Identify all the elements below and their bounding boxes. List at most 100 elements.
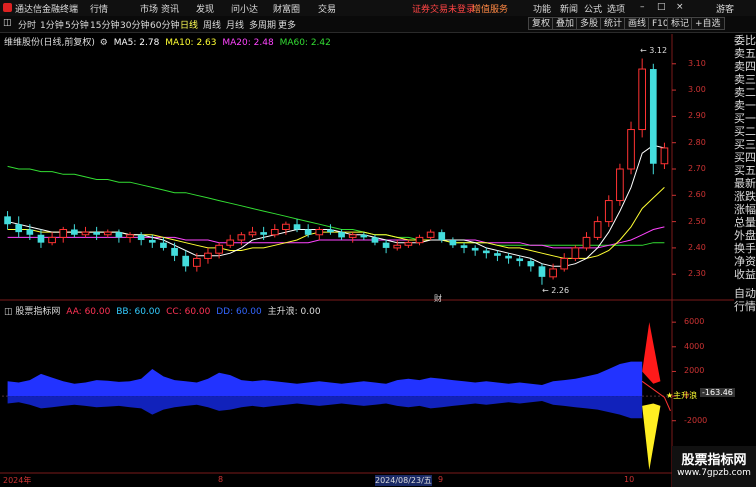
candle-body xyxy=(137,234,145,241)
candle-body xyxy=(638,68,647,131)
kline-chart[interactable] xyxy=(0,0,734,487)
price-tick: 2.50 xyxy=(688,216,706,226)
candle-body xyxy=(293,224,301,230)
candle-body xyxy=(348,234,357,238)
panel-item-change[interactable]: 涨跌 xyxy=(734,190,756,203)
indicator-lower-area xyxy=(7,396,643,419)
low-price-label: ← 2.26 xyxy=(542,286,570,295)
candle-body xyxy=(315,229,324,236)
panel-item-buy5[interactable]: 买五 xyxy=(734,164,756,177)
panel-item-quote[interactable]: 行情 xyxy=(734,300,756,313)
candle-body xyxy=(327,229,334,233)
candle-body xyxy=(4,216,11,225)
panel-item-buy2[interactable]: 买二 xyxy=(734,125,756,138)
candle-body xyxy=(204,252,212,259)
candle-body xyxy=(182,255,190,267)
panel-item-sell1[interactable]: 卖一 xyxy=(734,99,756,112)
watermark: 股票指标网 www.7gpzb.com xyxy=(672,446,756,487)
indicator-tick: 6000 xyxy=(684,317,705,327)
candle-body xyxy=(160,242,167,248)
candle-body xyxy=(549,268,557,278)
price-tick: 2.80 xyxy=(688,137,706,147)
panel-item-buy4[interactable]: 买四 xyxy=(734,151,756,164)
panel-item-latest[interactable]: 最新 xyxy=(734,177,756,190)
candle-body xyxy=(560,257,569,270)
price-tick: 2.70 xyxy=(688,164,706,173)
price-tick: 2.40 xyxy=(688,242,706,252)
candle-body xyxy=(593,221,602,238)
candle-body xyxy=(649,69,657,164)
candle-body xyxy=(582,236,591,249)
candle-body xyxy=(371,237,379,243)
candle-body xyxy=(482,250,490,254)
candle-body xyxy=(26,229,34,235)
candle-body xyxy=(393,244,402,249)
candle-body xyxy=(71,229,78,235)
panel-item-outer[interactable]: 外盘 xyxy=(734,229,756,242)
candle-body xyxy=(248,231,257,236)
candle-body xyxy=(527,261,535,267)
yellow-spike xyxy=(642,403,661,470)
candle-body xyxy=(494,253,501,256)
panel-item-volume[interactable]: 总量 xyxy=(734,216,756,229)
candle-body xyxy=(505,255,512,259)
price-tick: 3.00 xyxy=(688,85,706,95)
panel-item-buy1[interactable]: 买一 xyxy=(734,112,756,125)
candle-body xyxy=(304,229,312,235)
panel-item-netasset[interactable]: 净资 xyxy=(734,255,756,268)
candle-body xyxy=(415,236,424,244)
panel-item-sell3[interactable]: 卖三 xyxy=(734,73,756,86)
indicator-upper-area xyxy=(7,361,643,397)
panel-item-sell2[interactable]: 卖二 xyxy=(734,86,756,99)
xaxis-label-sep: 9 xyxy=(438,475,444,484)
candle-body xyxy=(260,232,267,235)
panel-item-eps[interactable]: 收益 xyxy=(734,268,756,281)
candle-body xyxy=(360,234,368,238)
indicator-tick: 4000 xyxy=(684,341,705,351)
indicator-value-box: -163.46 xyxy=(700,388,735,397)
candle-body xyxy=(616,168,624,202)
panel-item-auto[interactable]: 自动 xyxy=(734,287,756,300)
candle-body xyxy=(192,257,201,267)
xaxis-cursor-date: 2024/08/23/五 xyxy=(375,475,432,486)
candle-body xyxy=(449,240,457,246)
finance-marker[interactable]: 财 xyxy=(434,293,442,304)
xaxis-label-aug: 8 xyxy=(218,475,224,484)
candle-body xyxy=(148,240,156,243)
xaxis-label-2024: 2024年 xyxy=(3,476,32,485)
price-tick: 2.60 xyxy=(688,190,706,200)
watermark-title: 股票指标网 xyxy=(681,453,747,468)
candle-body xyxy=(15,224,23,233)
candle-body xyxy=(404,242,413,246)
panel-item-turnover[interactable]: 换手 xyxy=(734,242,756,255)
red-spike xyxy=(642,322,661,384)
candle-body xyxy=(171,247,178,256)
candle-body xyxy=(103,231,112,236)
candle-body xyxy=(37,234,45,243)
panel-item-buy3[interactable]: 买三 xyxy=(734,138,756,151)
candle-body xyxy=(438,232,446,241)
panel-item-pct[interactable]: 涨幅 xyxy=(734,203,756,216)
candle-body xyxy=(215,244,223,254)
candle-body xyxy=(270,229,279,236)
panel-item-sell5[interactable]: 卖五 xyxy=(734,47,756,60)
candle-body xyxy=(660,147,669,165)
candle-body xyxy=(48,236,56,244)
candle-body xyxy=(226,239,235,246)
candle-body xyxy=(538,266,546,277)
candle-body xyxy=(59,229,68,238)
candle-body xyxy=(93,232,100,235)
panel-item-weibi[interactable]: 委比 xyxy=(734,34,756,47)
candle-body xyxy=(627,129,635,170)
candle-body xyxy=(81,231,90,236)
candle-body xyxy=(126,234,134,238)
price-tick: 3.10 xyxy=(688,58,706,68)
indicator-tick: -2000 xyxy=(684,415,708,425)
candle-body xyxy=(282,223,290,231)
candle-body xyxy=(460,245,468,248)
watermark-url: www.7gpzb.com xyxy=(677,468,751,478)
candle-body xyxy=(115,232,123,238)
quote-side-panel: 委比 卖五 卖四 卖三 卖二 卖一 买一 买二 买三 买四 买五 最新 涨跌 涨… xyxy=(734,34,756,354)
zhushenglang-annotation: ★主升浪 xyxy=(666,391,698,400)
panel-item-sell4[interactable]: 卖四 xyxy=(734,60,756,73)
